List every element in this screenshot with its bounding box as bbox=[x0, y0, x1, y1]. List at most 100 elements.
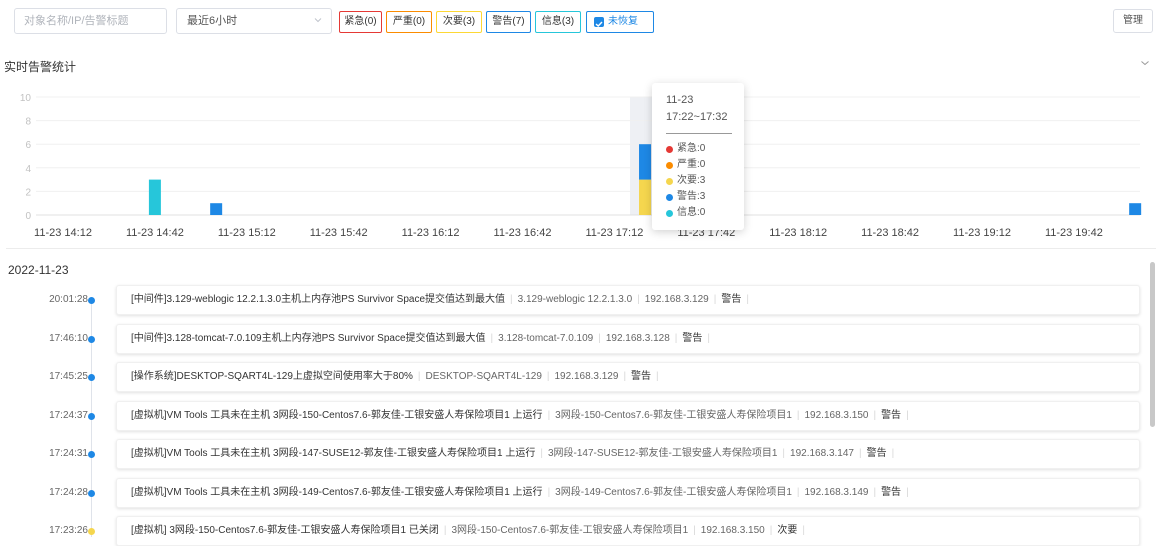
separator: | bbox=[547, 486, 551, 498]
event-time: 17:23:26 bbox=[49, 525, 88, 536]
tooltip-item-text: 信息:0 bbox=[677, 207, 706, 218]
separator: | bbox=[713, 294, 717, 305]
event-time: 17:45:25 bbox=[49, 371, 88, 382]
alarm-event-card[interactable]: [操作系统]DESKTOP-SQART4L-129上虚拟空间使用率大于80% | D… bbox=[116, 362, 1140, 392]
level-filter-button[interactable]: 警告(7) bbox=[486, 11, 531, 33]
x-tick-label: 11-23 16:42 bbox=[494, 227, 552, 239]
separator: | bbox=[782, 448, 786, 459]
event-title: [虚拟机]VM Tools 工具未在主机 3网段-150-Centos7.6-郭… bbox=[131, 409, 543, 421]
x-tick-label: 11-23 14:12 bbox=[34, 227, 92, 239]
event-time: 17:46:10 bbox=[49, 332, 88, 344]
separator: | bbox=[490, 332, 494, 344]
alarm-event-card[interactable]: [中间件]3.129-weblogic 12.2.1.3.0主机上内存池PS S… bbox=[116, 285, 1140, 315]
checkbox-checked-icon bbox=[594, 17, 604, 27]
alarm-event-card[interactable]: [中间件]3.128-tomcat-7.0.109主机上内存池PS Surviv… bbox=[116, 323, 1140, 354]
separator: | bbox=[906, 409, 909, 421]
tooltip-range: 17:22~17:32 bbox=[666, 111, 728, 123]
separator: | bbox=[707, 332, 710, 344]
scrollbar[interactable] bbox=[1150, 262, 1155, 427]
alarm-event-card[interactable]: [虚拟机] 3网段-150-Centos7.6-郭友佳-工银安盛人寿保险项目1 … bbox=[116, 516, 1140, 546]
event-object: 3.128-tomcat-7.0.109 bbox=[498, 332, 594, 344]
x-tick-label: 11-23 15:12 bbox=[218, 227, 276, 239]
chart-tooltip: 11-23 17:22~17:32 紧急:0 严重:0 次要:3 警告:3 信息:0 bbox=[652, 83, 744, 230]
separator: | bbox=[796, 486, 800, 498]
event-object: 3网段-150-Centos7.6-郭友佳-工银安盛人寿保险项目1 bbox=[451, 525, 689, 536]
level-filter-button[interactable]: 严重(0) bbox=[386, 11, 432, 33]
separator: | bbox=[417, 371, 421, 382]
legend-dot-icon bbox=[666, 162, 673, 169]
alarm-stats-chart: 10 8 6 4 2 011-23 14:12 11-23 14:42 11-23 15:12… bbox=[20, 93, 1142, 239]
timeline-dot bbox=[88, 451, 95, 458]
event-ip: 192.168.3.147 bbox=[790, 448, 854, 459]
tooltip-item-text: 严重:0 bbox=[677, 159, 706, 170]
legend-dot-icon bbox=[666, 194, 673, 201]
separator: | bbox=[769, 525, 773, 536]
event-object: 3网段-149-Centos7.6-郭友佳-工银安盛人寿保险项目1 bbox=[555, 486, 792, 498]
timeline-dot bbox=[88, 489, 95, 497]
x-tick-label: 11-23 18:42 bbox=[861, 227, 919, 239]
tooltip-item: 严重:0 bbox=[666, 157, 744, 173]
level-filter-button[interactable]: 信息(3) bbox=[535, 11, 581, 33]
tooltip-item: 警告:3 bbox=[666, 189, 744, 205]
tooltip-item: 紧急:0 bbox=[666, 141, 744, 157]
event-level: 警告 bbox=[682, 332, 703, 344]
separator: | bbox=[598, 332, 601, 344]
chart-bar bbox=[639, 179, 652, 215]
event-level: 警告 bbox=[881, 409, 902, 421]
y-tick-label: 4 bbox=[25, 164, 31, 175]
event-time: 17:24:31 bbox=[49, 448, 88, 459]
timeline-dot bbox=[88, 412, 95, 420]
legend-dot-icon bbox=[666, 178, 673, 185]
chart-bar bbox=[639, 144, 652, 180]
separator: | bbox=[746, 294, 749, 305]
alarm-event-card[interactable]: [虚拟机]VM Tools 工具未在主机 3网段-150-Centos7.6-郭… bbox=[116, 400, 1140, 431]
y-tick-label: 6 bbox=[25, 140, 31, 151]
y-tick-label: 8 bbox=[25, 117, 31, 128]
event-object: 3.129-weblogic 12.2.1.3.0 bbox=[517, 294, 633, 305]
separator: | bbox=[796, 409, 800, 421]
alarm-event-card[interactable]: [虚拟机]VM Tools 工具未在主机 3网段-147-SUSE12-郭友佳-… bbox=[116, 439, 1140, 469]
manage-button[interactable]: 管理 bbox=[1113, 9, 1153, 33]
event-title: [中间件]3.128-tomcat-7.0.109主机上内存池PS Surviv… bbox=[131, 332, 486, 344]
alarm-event-card[interactable]: [虚拟机]VM Tools 工具未在主机 3网段-149-Centos7.6-郭… bbox=[116, 477, 1140, 508]
tooltip-date: 11-23 bbox=[666, 94, 694, 106]
timeline-dot bbox=[88, 297, 95, 304]
separator: | bbox=[802, 525, 805, 536]
collapse-chevron-icon[interactable] bbox=[1140, 58, 1150, 68]
event-time: 17:24:37 bbox=[49, 409, 88, 421]
separator: | bbox=[858, 448, 862, 459]
event-level: 警告 bbox=[631, 371, 652, 382]
event-title: [虚拟机] 3网段-150-Centos7.6-郭友佳-工银安盛人寿保险项目1 … bbox=[131, 525, 439, 536]
event-level: 警告 bbox=[881, 486, 902, 498]
event-ip: 192.168.3.128 bbox=[605, 332, 670, 344]
event-ip: 192.168.3.150 bbox=[804, 409, 869, 421]
search-input[interactable]: 对象名称/IP/告警标题 bbox=[14, 8, 167, 34]
level-filter-button[interactable]: 紧急(0) bbox=[339, 11, 382, 33]
event-title: [虚拟机]VM Tools 工具未在主机 3网段-147-SUSE12-郭友佳-… bbox=[131, 448, 536, 459]
chart-bar bbox=[210, 203, 223, 215]
separator: | bbox=[873, 486, 877, 498]
separator: | bbox=[906, 486, 909, 498]
event-level: 警告 bbox=[866, 448, 887, 459]
tooltip-item-text: 次要:3 bbox=[677, 175, 706, 186]
event-time: 17:24:28 bbox=[49, 486, 88, 498]
unrecovered-checkbox[interactable]: 未恢复 bbox=[586, 11, 654, 33]
separator: | bbox=[656, 371, 659, 382]
x-tick-label: 11-23 19:42 bbox=[1045, 227, 1103, 239]
chart-bar bbox=[1129, 203, 1142, 215]
section-divider bbox=[6, 248, 1156, 249]
legend-dot-icon bbox=[666, 210, 673, 217]
chart-bar bbox=[148, 179, 161, 215]
x-tick-label: 11-23 15:42 bbox=[310, 227, 368, 239]
separator: | bbox=[540, 448, 543, 459]
time-range-select[interactable]: 最近6小时 bbox=[176, 8, 332, 34]
filter-bar: 对象名称/IP/告警标题 最近6小时 紧急(0) 严重(0) 次要(3) 警告(7) 信… bbox=[0, 0, 1156, 44]
time-range-value: 最近6小时 bbox=[187, 15, 238, 27]
level-filter-button[interactable]: 次要(3) bbox=[436, 11, 482, 33]
timeline-date: 2022-11-23 bbox=[8, 263, 69, 277]
separator: | bbox=[674, 332, 678, 344]
separator: | bbox=[623, 371, 627, 382]
y-tick-label: 10 bbox=[20, 93, 32, 104]
timeline-dot bbox=[88, 374, 95, 381]
x-tick-label: 11-23 17:12 bbox=[585, 227, 643, 239]
